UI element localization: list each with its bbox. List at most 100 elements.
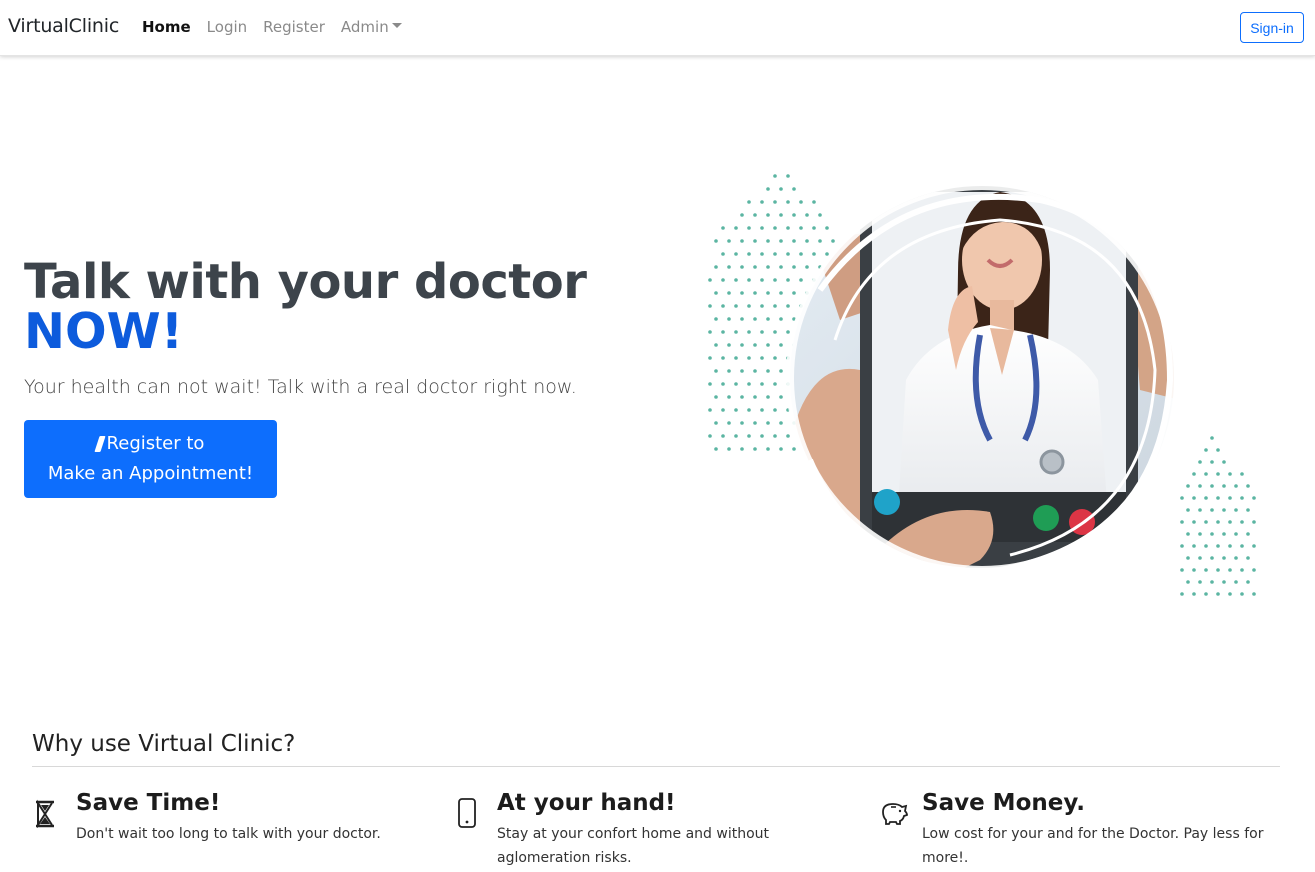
dot: [779, 369, 783, 373]
dot: [773, 356, 777, 360]
nav-admin-label: Admin: [340, 18, 389, 36]
pen-icon: [93, 436, 106, 452]
dot: [1198, 556, 1202, 560]
dot: [1222, 484, 1226, 488]
dot: [1234, 580, 1238, 584]
dot: [1198, 532, 1202, 536]
dot: [1210, 484, 1214, 488]
signin-button[interactable]: Sign-in: [1240, 12, 1304, 43]
phone-icon: [458, 798, 476, 828]
dot: [753, 239, 757, 243]
why-heading: Why use Virtual Clinic?: [32, 731, 296, 757]
dot: [1240, 592, 1244, 596]
dot: [1228, 520, 1232, 524]
dot: [734, 434, 738, 438]
dot: [1186, 532, 1190, 536]
dot: [773, 408, 777, 412]
dot: [792, 447, 796, 451]
dot: [734, 226, 738, 230]
dot: [1198, 508, 1202, 512]
dot: [714, 317, 718, 321]
nav-register[interactable]: Register: [263, 18, 325, 36]
dot: [1180, 568, 1184, 572]
dot: [1210, 436, 1214, 440]
dot: [1246, 580, 1250, 584]
nav-login[interactable]: Login: [207, 18, 247, 36]
brand-logo[interactable]: VirtualClinic: [8, 15, 119, 37]
dot: [1210, 508, 1214, 512]
dot: [1240, 568, 1244, 572]
dot: [773, 200, 777, 204]
dot: [753, 265, 757, 269]
dot: [1192, 472, 1196, 476]
dot: [1204, 520, 1208, 524]
dot: [740, 291, 744, 295]
dot: [1210, 460, 1214, 464]
dot: [760, 356, 764, 360]
dot: [1228, 496, 1232, 500]
dot: [1204, 592, 1208, 596]
feature-title: At your hand!: [497, 790, 676, 816]
register-appointment-button[interactable]: Register to Make an Appointment!: [24, 420, 277, 498]
dot: [1234, 556, 1238, 560]
dot: [786, 278, 790, 282]
dot: [760, 434, 764, 438]
dot: [740, 213, 744, 217]
dot: [799, 278, 803, 282]
dot: [740, 343, 744, 347]
dot: [721, 434, 725, 438]
dot: [812, 252, 816, 256]
dot: [1186, 508, 1190, 512]
dot: [727, 343, 731, 347]
dot: [727, 421, 731, 425]
dot: [805, 213, 809, 217]
dot: [708, 304, 712, 308]
dot: [753, 395, 757, 399]
dot: [740, 447, 744, 451]
dot: [1234, 484, 1238, 488]
feature-description: Stay at your confort home and without ag…: [497, 826, 770, 866]
dot: [734, 252, 738, 256]
dot: [753, 369, 757, 373]
dot: [1252, 568, 1256, 572]
dot: [721, 356, 725, 360]
dot: [1252, 496, 1256, 500]
feature-title: Save Time!: [76, 790, 221, 816]
dot: [792, 265, 796, 269]
dot: [1186, 556, 1190, 560]
dot: [1204, 448, 1208, 452]
dot: [773, 252, 777, 256]
dot: [792, 213, 796, 217]
dot: [714, 395, 718, 399]
dot: [714, 421, 718, 425]
nav-home[interactable]: Home: [142, 18, 191, 36]
dot: [1246, 532, 1250, 536]
dot: [766, 213, 770, 217]
dot: [1210, 556, 1214, 560]
nav-admin-dropdown[interactable]: Admin: [341, 18, 402, 36]
dot: [760, 304, 764, 308]
dot: [1222, 508, 1226, 512]
dot: [779, 447, 783, 451]
dot: [766, 317, 770, 321]
piggy-bank-icon: [882, 803, 908, 825]
dot: [1252, 544, 1256, 548]
dot: [753, 317, 757, 321]
dot: [1228, 472, 1232, 476]
dot: [708, 382, 712, 386]
dot: [1216, 592, 1220, 596]
dot: [721, 408, 725, 412]
dot: [721, 330, 725, 334]
dot: [1216, 568, 1220, 572]
dot: [760, 382, 764, 386]
hourglass-icon: [36, 799, 54, 828]
dot: [1234, 532, 1238, 536]
dot: [721, 304, 725, 308]
dot: [1192, 520, 1196, 524]
doctor-video-call-illustration: [708, 174, 1256, 596]
dot: [818, 213, 822, 217]
dot: [786, 174, 790, 178]
dot: [747, 252, 751, 256]
dot: [825, 226, 829, 230]
dot: [727, 265, 731, 269]
